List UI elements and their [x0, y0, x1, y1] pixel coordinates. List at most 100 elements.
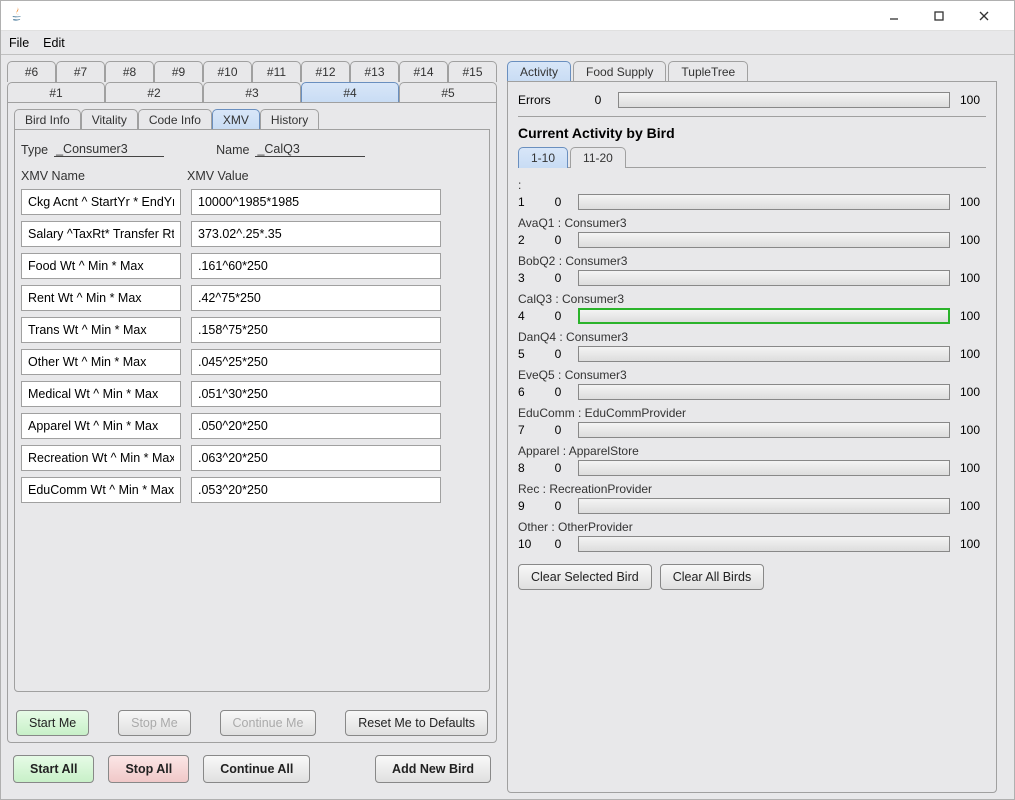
- tab-num4[interactable]: #4: [301, 82, 399, 103]
- tab-num7[interactable]: #7: [56, 61, 105, 82]
- tab-num1[interactable]: #1: [7, 82, 105, 103]
- bird-bar-6[interactable]: [578, 384, 950, 400]
- bird-id-9: 9: [518, 499, 538, 513]
- stop-me-button[interactable]: Stop Me: [118, 710, 191, 736]
- errors-zero: 0: [588, 93, 608, 107]
- clear-selected-bird-button[interactable]: Clear Selected Bird: [518, 564, 652, 590]
- bird-hund-7: 100: [960, 423, 986, 437]
- xmv-value-7[interactable]: [191, 413, 441, 439]
- errors-bar[interactable]: [618, 92, 950, 108]
- tab-num5[interactable]: #5: [399, 82, 497, 103]
- xmv-value-3[interactable]: [191, 285, 441, 311]
- xmv-name-9[interactable]: [21, 477, 181, 503]
- bird-bar-7[interactable]: [578, 422, 950, 438]
- bird-hund-4: 100: [960, 309, 986, 323]
- bird-hund-9: 100: [960, 499, 986, 513]
- xmv-value-9[interactable]: [191, 477, 441, 503]
- bird-hund-5: 100: [960, 347, 986, 361]
- xmv-name-5[interactable]: [21, 349, 181, 375]
- clear-all-birds-button[interactable]: Clear All Birds: [660, 564, 765, 590]
- bird-hund-3: 100: [960, 271, 986, 285]
- bird-bar-4[interactable]: [578, 308, 950, 324]
- bird-bar-5[interactable]: [578, 346, 950, 362]
- range-tab-1-10[interactable]: 1-10: [518, 147, 568, 168]
- tab-num2[interactable]: #2: [105, 82, 203, 103]
- tab-num11[interactable]: #11: [252, 61, 301, 82]
- bird-zero-2: 0: [548, 233, 568, 247]
- bird-bar-3[interactable]: [578, 270, 950, 286]
- xmv-value-1[interactable]: [191, 221, 441, 247]
- bird-bar-10[interactable]: [578, 536, 950, 552]
- xmv-name-1[interactable]: [21, 221, 181, 247]
- bird-hund-2: 100: [960, 233, 986, 247]
- start-me-button[interactable]: Start Me: [16, 710, 89, 736]
- menu-file[interactable]: File: [9, 36, 29, 50]
- tab-num14[interactable]: #14: [399, 61, 448, 82]
- java-icon: [9, 6, 25, 25]
- tab-num3[interactable]: #3: [203, 82, 301, 103]
- range-tab-11-20[interactable]: 11-20: [570, 147, 626, 168]
- bird-hund-6: 100: [960, 385, 986, 399]
- bird-id-4: 4: [518, 309, 538, 323]
- bird-id-1: 1: [518, 195, 538, 209]
- activity-title: Current Activity by Bird: [518, 125, 986, 141]
- bird-label-7: EduComm : EduCommProvider: [518, 406, 986, 420]
- tab-tupletree[interactable]: TupleTree: [668, 61, 748, 82]
- minimize-button[interactable]: [871, 1, 916, 31]
- stop-all-button[interactable]: Stop All: [108, 755, 189, 783]
- continue-all-button[interactable]: Continue All: [203, 755, 310, 783]
- tab-bird-info[interactable]: Bird Info: [14, 109, 81, 130]
- tab-num8[interactable]: #8: [105, 61, 154, 82]
- reset-defaults-button[interactable]: Reset Me to Defaults: [345, 710, 488, 736]
- tab-code-info[interactable]: Code Info: [138, 109, 212, 130]
- tab-activity[interactable]: Activity: [507, 61, 571, 82]
- xmv-name-3[interactable]: [21, 285, 181, 311]
- errors-hundred: 100: [960, 93, 986, 107]
- xmv-value-2[interactable]: [191, 253, 441, 279]
- menu-edit[interactable]: Edit: [43, 36, 65, 50]
- bird-zero-3: 0: [548, 271, 568, 285]
- xmv-name-6[interactable]: [21, 381, 181, 407]
- xmv-name-7[interactable]: [21, 413, 181, 439]
- add-new-bird-button[interactable]: Add New Bird: [375, 755, 491, 783]
- xmv-value-8[interactable]: [191, 445, 441, 471]
- tab-num15[interactable]: #15: [448, 61, 497, 82]
- tab-num12[interactable]: #12: [301, 61, 350, 82]
- bird-hund-8: 100: [960, 461, 986, 475]
- tab-num13[interactable]: #13: [350, 61, 399, 82]
- xmv-name-2[interactable]: [21, 253, 181, 279]
- start-all-button[interactable]: Start All: [13, 755, 94, 783]
- xmv-name-4[interactable]: [21, 317, 181, 343]
- bird-zero-10: 0: [548, 537, 568, 551]
- tab-vitality[interactable]: Vitality: [81, 109, 138, 130]
- tab-xmv[interactable]: XMV: [212, 109, 260, 130]
- bird-hund-10: 100: [960, 537, 986, 551]
- type-value: _Consumer3: [54, 142, 164, 157]
- tab-history[interactable]: History: [260, 109, 319, 130]
- continue-me-button[interactable]: Continue Me: [220, 710, 317, 736]
- tab-food-supply[interactable]: Food Supply: [573, 61, 666, 82]
- bird-label-9: Rec : RecreationProvider: [518, 482, 986, 496]
- bird-bar-1[interactable]: [578, 194, 950, 210]
- xmv-name-0[interactable]: [21, 189, 181, 215]
- bird-bar-8[interactable]: [578, 460, 950, 476]
- bird-bar-2[interactable]: [578, 232, 950, 248]
- xmv-value-0[interactable]: [191, 189, 441, 215]
- bird-label-4: CalQ3 : Consumer3: [518, 292, 986, 306]
- bird-bar-9[interactable]: [578, 498, 950, 514]
- tab-num9[interactable]: #9: [154, 61, 203, 82]
- bird-label-3: BobQ2 : Consumer3: [518, 254, 986, 268]
- bird-zero-9: 0: [548, 499, 568, 513]
- xmv-name-8[interactable]: [21, 445, 181, 471]
- tab-num10[interactable]: #10: [203, 61, 252, 82]
- tab-num6[interactable]: #6: [7, 61, 56, 82]
- bird-id-10: 10: [518, 537, 538, 551]
- close-button[interactable]: [961, 1, 1006, 31]
- maximize-button[interactable]: [916, 1, 961, 31]
- xmv-value-5[interactable]: [191, 349, 441, 375]
- bird-id-6: 6: [518, 385, 538, 399]
- xmv-value-4[interactable]: [191, 317, 441, 343]
- name-value: _CalQ3: [255, 142, 365, 157]
- xmv-value-6[interactable]: [191, 381, 441, 407]
- bird-zero-8: 0: [548, 461, 568, 475]
